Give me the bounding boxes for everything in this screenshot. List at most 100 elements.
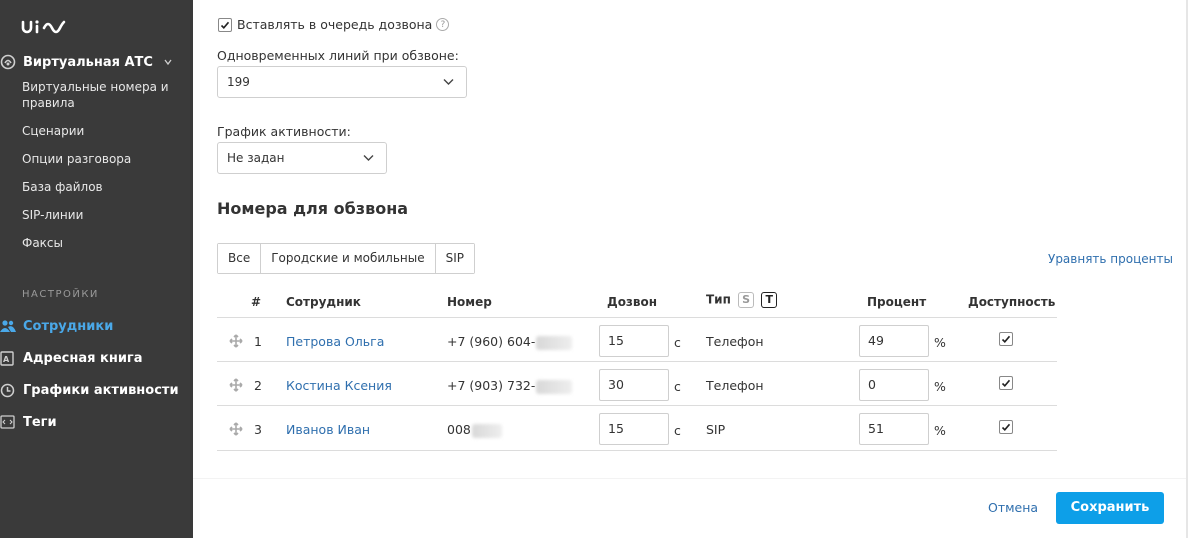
cancel-button[interactable]: Отмена — [988, 500, 1038, 515]
chevron-down-icon — [363, 155, 374, 161]
col-type: Тип S T — [706, 292, 778, 308]
dial-seconds-input[interactable]: 30 — [599, 369, 669, 401]
percent-input[interactable]: 0 — [859, 369, 929, 401]
type-sort-s-button[interactable]: S — [738, 292, 755, 308]
col-employee: Сотрудник — [286, 295, 361, 309]
number-filter-tabs: Все Городские и мобильные SIP — [217, 243, 476, 274]
address-book-icon: A — [0, 350, 20, 366]
table-divider — [217, 317, 1057, 318]
row-employee-link[interactable]: Иванов Иван — [286, 422, 370, 437]
sidebar-item-sip-lines[interactable]: SIP-линии — [22, 207, 182, 223]
schedule-select-value: Не задан — [227, 151, 285, 165]
help-icon[interactable]: ? — [436, 18, 450, 31]
sidebar-item-tags[interactable]: Теги — [0, 414, 57, 430]
equalize-percents-link[interactable]: Уравнять проценты — [1048, 252, 1173, 266]
filter-tab-all[interactable]: Все — [218, 244, 262, 273]
row-type: Телефон — [706, 334, 764, 349]
sidebar-item-scenarios[interactable]: Сценарии — [22, 123, 182, 139]
lines-label: Одновременных линий при обзвоне: — [217, 48, 459, 63]
row-divider — [217, 405, 1057, 406]
filter-tab-city-mobile[interactable]: Городские и мобильные — [261, 244, 436, 273]
users-icon — [0, 318, 20, 334]
drag-handle-icon[interactable] — [229, 422, 243, 436]
numbers-title: Номера для обзвона — [217, 199, 409, 218]
clock-icon — [0, 382, 20, 398]
sidebar-section-pbx[interactable]: Виртуальная АТС — [0, 54, 153, 70]
sidebar-item-tags-label: Теги — [23, 414, 57, 430]
chevron-down-icon[interactable] — [163, 57, 173, 67]
row-number: +7 (903) 732- — [447, 378, 573, 394]
dial-seconds-input[interactable]: 15 — [599, 325, 669, 357]
sidebar-item-employees-label: Сотрудники — [23, 318, 114, 334]
check-icon — [1001, 423, 1011, 431]
sidebar-item-faxes[interactable]: Факсы — [22, 235, 182, 251]
col-dial: Дозвон — [607, 295, 658, 309]
sidebar-item-schedules[interactable]: Графики активности — [0, 382, 179, 398]
col-number: Номер — [447, 295, 492, 309]
main-panel: Вставлять в очередь дозвона ? Одновремен… — [193, 0, 1186, 478]
sidebar-item-file-base[interactable]: База файлов — [22, 179, 182, 195]
form-footer: Отмена Сохранить — [193, 479, 1186, 538]
row-number: +7 (960) 604- — [447, 334, 573, 350]
lines-select[interactable]: 199 — [217, 66, 467, 98]
row-index: 1 — [254, 334, 262, 349]
dial-unit: с — [674, 335, 681, 350]
redacted-blur — [536, 335, 573, 350]
percent-input[interactable]: 51 — [859, 413, 929, 445]
availability-checkbox[interactable] — [999, 376, 1013, 390]
dial-seconds-input[interactable]: 15 — [599, 413, 669, 445]
sidebar-item-schedules-label: Графики активности — [23, 382, 179, 398]
col-type-label: Тип — [706, 292, 731, 307]
row-employee-link[interactable]: Петрова Ольга — [286, 334, 384, 349]
uis-logo-icon[interactable] — [20, 14, 68, 36]
percent-input[interactable]: 49 — [859, 325, 929, 357]
row-index: 3 — [254, 422, 262, 437]
dial-unit: с — [674, 379, 681, 394]
percent-unit: % — [934, 335, 946, 350]
svg-text:A: A — [3, 355, 10, 364]
sidebar-item-address-book[interactable]: A Адресная книга — [0, 350, 143, 366]
schedule-label: График активности: — [217, 124, 351, 139]
sidebar: Виртуальная АТС Виртуальные номера и пра… — [0, 0, 193, 538]
redacted-blur — [471, 423, 502, 438]
sidebar-section-pbx-title: Виртуальная АТС — [23, 54, 153, 70]
percent-unit: % — [934, 423, 946, 438]
row-type: SIP — [706, 422, 726, 437]
queue-checkbox-label: Вставлять в очередь дозвона — [237, 17, 433, 32]
chevron-down-icon — [443, 79, 454, 85]
drag-handle-icon[interactable] — [229, 334, 243, 348]
row-number-text: +7 (903) 732- — [447, 378, 536, 393]
row-index: 2 — [254, 378, 262, 393]
row-employee-link[interactable]: Костина Ксения — [286, 378, 392, 393]
sidebar-item-address-book-label: Адресная книга — [23, 350, 143, 366]
queue-checkbox[interactable] — [218, 17, 232, 32]
sidebar-item-employees[interactable]: Сотрудники — [0, 318, 113, 334]
drag-handle-icon[interactable] — [229, 378, 243, 392]
lines-select-value: 199 — [227, 75, 250, 89]
schedule-select[interactable]: Не задан — [217, 142, 387, 174]
row-number: 008 — [447, 422, 502, 438]
availability-checkbox[interactable] — [999, 332, 1013, 346]
queue-checkbox-row: Вставлять в очередь дозвона ? — [218, 17, 450, 32]
type-sort-t-button[interactable]: T — [761, 292, 778, 308]
sidebar-item-virtual-numbers[interactable]: Виртуальные номера и правила — [22, 79, 182, 111]
check-icon — [1001, 379, 1011, 387]
row-number-text: 008 — [447, 422, 471, 437]
percent-unit: % — [934, 379, 946, 394]
save-button[interactable]: Сохранить — [1056, 492, 1164, 524]
availability-checkbox[interactable] — [999, 420, 1013, 434]
filter-tab-sip[interactable]: SIP — [435, 244, 475, 273]
check-icon — [220, 21, 230, 29]
check-icon — [1001, 335, 1011, 343]
dial-unit: с — [674, 423, 681, 438]
pbx-icon — [0, 54, 20, 70]
col-index: # — [251, 295, 262, 309]
row-type: Телефон — [706, 378, 764, 393]
row-divider — [217, 450, 1057, 451]
row-number-text: +7 (960) 604- — [447, 334, 536, 349]
col-availability: Доступность — [968, 295, 1056, 309]
redacted-blur — [536, 379, 573, 394]
col-percent: Процент — [867, 295, 927, 309]
sidebar-item-call-options[interactable]: Опции разговора — [22, 151, 182, 167]
settings-section-label: НАСТРОЙКИ — [22, 289, 99, 300]
